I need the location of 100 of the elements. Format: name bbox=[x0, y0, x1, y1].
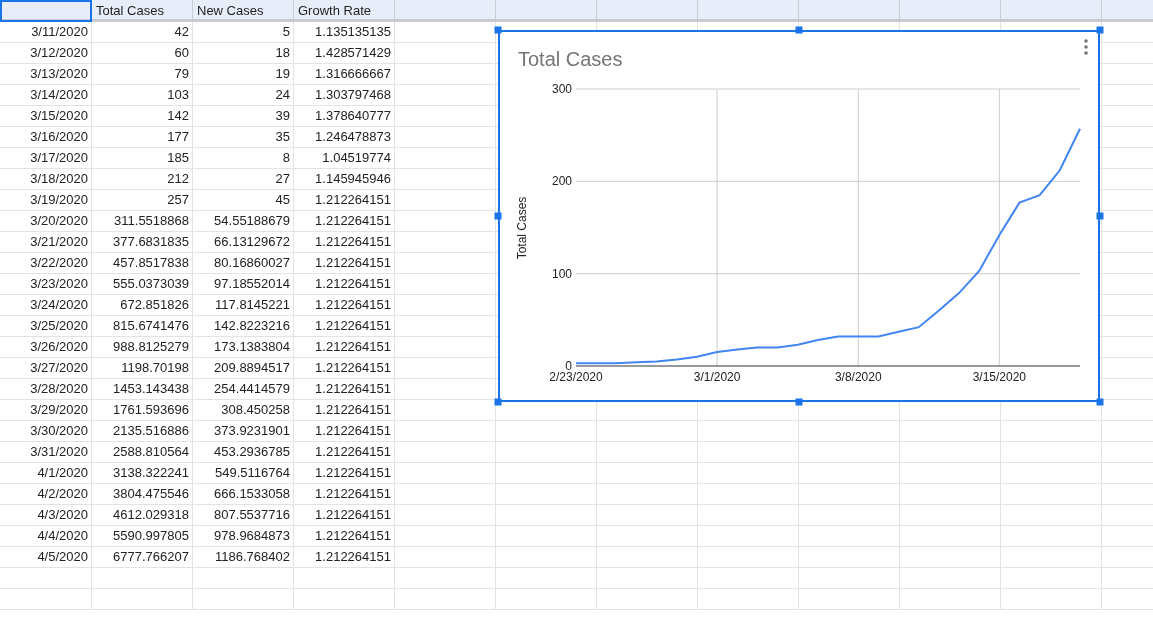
table-cell: 1.212264151 bbox=[294, 379, 395, 400]
column-header: Total Cases bbox=[92, 0, 193, 22]
table-cell: 1.378640777 bbox=[294, 106, 395, 127]
table-cell: 1453.143438 bbox=[92, 379, 193, 400]
table-cell: 35 bbox=[193, 127, 294, 148]
table-cell: 4/4/2020 bbox=[0, 526, 92, 547]
table-cell: 1.212264151 bbox=[294, 232, 395, 253]
table-cell: 1.212264151 bbox=[294, 358, 395, 379]
table-cell: 815.6741476 bbox=[92, 316, 193, 337]
table-cell: 3/27/2020 bbox=[0, 358, 92, 379]
table-cell: 1761.593696 bbox=[92, 400, 193, 421]
table-cell: 1.212264151 bbox=[294, 505, 395, 526]
table-cell: 457.8517838 bbox=[92, 253, 193, 274]
table-cell: 1.212264151 bbox=[294, 253, 395, 274]
table-cell: 1.428571429 bbox=[294, 43, 395, 64]
table-cell: 1186.768402 bbox=[193, 547, 294, 568]
table-cell: 666.1533058 bbox=[193, 484, 294, 505]
table-cell: 19 bbox=[193, 64, 294, 85]
table-cell: 66.13129672 bbox=[193, 232, 294, 253]
table-cell: 3/18/2020 bbox=[0, 169, 92, 190]
table-cell: 173.1383804 bbox=[193, 337, 294, 358]
table-cell: 177 bbox=[92, 127, 193, 148]
table-cell: 1198.70198 bbox=[92, 358, 193, 379]
table-cell: 3/13/2020 bbox=[0, 64, 92, 85]
table-cell: 3/26/2020 bbox=[0, 337, 92, 358]
table-cell: 3/19/2020 bbox=[0, 190, 92, 211]
table-cell: 807.5537716 bbox=[193, 505, 294, 526]
axis-tick-label: 100 bbox=[551, 266, 572, 281]
resize-handle[interactable] bbox=[1096, 398, 1104, 406]
table-cell: 185 bbox=[92, 148, 193, 169]
table-cell: 4/1/2020 bbox=[0, 463, 92, 484]
table-cell: 3/20/2020 bbox=[0, 211, 92, 232]
table-cell: 1.212264151 bbox=[294, 463, 395, 484]
table-cell: 3/24/2020 bbox=[0, 295, 92, 316]
table-cell: 3/16/2020 bbox=[0, 127, 92, 148]
more-options-icon[interactable] bbox=[1084, 39, 1088, 55]
table-cell: 5 bbox=[193, 22, 294, 43]
table-cell: 3/14/2020 bbox=[0, 85, 92, 106]
table-cell: 3804.475546 bbox=[92, 484, 193, 505]
axis-tick-label: 300 bbox=[551, 82, 572, 96]
table-cell: 3/11/2020 bbox=[0, 22, 92, 43]
axis-tick-label: 3/8/2020 bbox=[834, 370, 882, 384]
table-cell: 2135.516886 bbox=[92, 421, 193, 442]
column-header: Growth Rate bbox=[294, 0, 395, 22]
axis-tick-label: 0 bbox=[565, 359, 572, 373]
table-cell: 97.18552014 bbox=[193, 274, 294, 295]
table-cell: 3/30/2020 bbox=[0, 421, 92, 442]
table-cell: 24 bbox=[193, 85, 294, 106]
table-cell: 1.212264151 bbox=[294, 337, 395, 358]
table-cell: 8 bbox=[193, 148, 294, 169]
table-cell: 1.212264151 bbox=[294, 484, 395, 505]
resize-handle[interactable] bbox=[494, 26, 502, 34]
axis-tick-label: 200 bbox=[551, 174, 572, 189]
table-cell: 42 bbox=[92, 22, 193, 43]
table-cell: 3/15/2020 bbox=[0, 106, 92, 127]
table-cell: 1.212264151 bbox=[294, 442, 395, 463]
table-cell: 1.303797468 bbox=[294, 85, 395, 106]
resize-handle[interactable] bbox=[795, 26, 803, 34]
axis-tick-label: 3/1/2020 bbox=[693, 370, 741, 384]
table-cell: 1.212264151 bbox=[294, 547, 395, 568]
resize-handle[interactable] bbox=[494, 398, 502, 406]
table-cell: 1.04519774 bbox=[294, 148, 395, 169]
table-cell: 555.0373039 bbox=[92, 274, 193, 295]
table-cell: 80.16860027 bbox=[193, 253, 294, 274]
table-cell: 212 bbox=[92, 169, 193, 190]
table-cell: 60 bbox=[92, 43, 193, 64]
table-cell: 1.212264151 bbox=[294, 316, 395, 337]
resize-handle[interactable] bbox=[1096, 212, 1104, 220]
table-cell: 254.4414579 bbox=[193, 379, 294, 400]
table-cell: 27 bbox=[193, 169, 294, 190]
table-cell: 45 bbox=[193, 190, 294, 211]
table-cell: 4/2/2020 bbox=[0, 484, 92, 505]
header-cell[interactable] bbox=[0, 0, 92, 22]
table-cell: 1.212264151 bbox=[294, 421, 395, 442]
table-cell: 308.450258 bbox=[193, 400, 294, 421]
resize-handle[interactable] bbox=[1096, 26, 1104, 34]
table-cell: 3/31/2020 bbox=[0, 442, 92, 463]
table-cell: 6777.766207 bbox=[92, 547, 193, 568]
table-cell: 978.9684873 bbox=[193, 526, 294, 547]
chart-panel[interactable]: Total Cases 0 100 200 300 2/23/2020 3/1/2020 3/8/2020 3/15/2020 Total Cases bbox=[498, 30, 1100, 402]
table-cell: 3/17/2020 bbox=[0, 148, 92, 169]
table-cell: 1.135135135 bbox=[294, 22, 395, 43]
table-cell: 103 bbox=[92, 85, 193, 106]
table-cell: 453.2936785 bbox=[193, 442, 294, 463]
resize-handle[interactable] bbox=[494, 212, 502, 220]
resize-handle[interactable] bbox=[795, 398, 803, 406]
table-cell: 1.316666667 bbox=[294, 64, 395, 85]
table-cell: 3/22/2020 bbox=[0, 253, 92, 274]
table-cell: 549.5116764 bbox=[193, 463, 294, 484]
table-cell: 4/3/2020 bbox=[0, 505, 92, 526]
table-cell: 3/25/2020 bbox=[0, 316, 92, 337]
table-cell: 142.8223216 bbox=[193, 316, 294, 337]
table-cell: 3138.322241 bbox=[92, 463, 193, 484]
table-cell: 54.55188679 bbox=[193, 211, 294, 232]
table-cell: 257 bbox=[92, 190, 193, 211]
table-cell: 209.8894517 bbox=[193, 358, 294, 379]
table-cell: 1.145945946 bbox=[294, 169, 395, 190]
table-cell: 1.212264151 bbox=[294, 400, 395, 421]
table-cell: 1.212264151 bbox=[294, 211, 395, 232]
table-cell: 3/28/2020 bbox=[0, 379, 92, 400]
